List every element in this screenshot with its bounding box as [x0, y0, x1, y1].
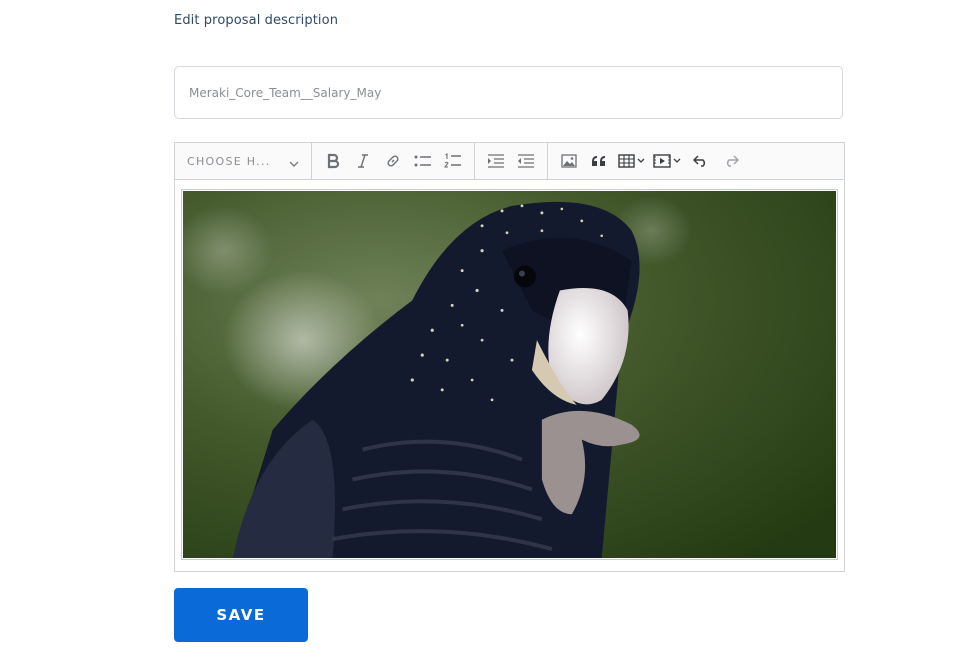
editor-content[interactable] [181, 189, 838, 560]
undo-icon [693, 155, 709, 167]
media-embed-icon [653, 154, 683, 168]
embedded-image[interactable] [181, 189, 838, 560]
cockatoo-photo [183, 191, 836, 558]
proposal-title-input[interactable] [174, 66, 843, 119]
numbered-list-button[interactable] [438, 148, 468, 174]
chevron-down-icon [289, 152, 299, 171]
numbered-list-icon [444, 153, 462, 169]
heading-group: CHOOSE H... [175, 143, 312, 179]
blockquote-icon [591, 155, 607, 167]
image-icon [561, 154, 577, 168]
editor-toolbar: CHOOSE H... [175, 143, 844, 180]
heading-select-dropdown[interactable]: CHOOSE H... [181, 143, 305, 179]
insert-image-button[interactable] [554, 148, 584, 174]
link-button[interactable] [378, 148, 408, 174]
bulleted-list-button[interactable] [408, 148, 438, 174]
redo-icon [723, 155, 739, 167]
redo-button[interactable] [716, 148, 746, 174]
blockquote-button[interactable] [584, 148, 614, 174]
indent-icon [487, 154, 505, 168]
bulleted-list-icon [414, 154, 432, 168]
outdent-icon [517, 154, 535, 168]
undo-button[interactable] [686, 148, 716, 174]
insert-group [548, 143, 752, 179]
outdent-button[interactable] [511, 148, 541, 174]
indent-button[interactable] [481, 148, 511, 174]
rich-text-editor: CHOOSE H... [174, 142, 845, 572]
insert-table-button[interactable] [614, 148, 650, 174]
link-icon [385, 153, 401, 169]
italic-button[interactable] [348, 148, 378, 174]
italic-icon [357, 153, 369, 169]
bold-button[interactable] [318, 148, 348, 174]
page-heading: Edit proposal description [174, 13, 339, 28]
table-icon [618, 154, 646, 168]
heading-select-label: CHOOSE H... [187, 154, 271, 168]
format-group [312, 143, 475, 179]
insert-media-button[interactable] [650, 148, 686, 174]
save-button[interactable]: SAVE [174, 588, 308, 642]
bold-icon [326, 153, 340, 169]
indent-group [475, 143, 548, 179]
